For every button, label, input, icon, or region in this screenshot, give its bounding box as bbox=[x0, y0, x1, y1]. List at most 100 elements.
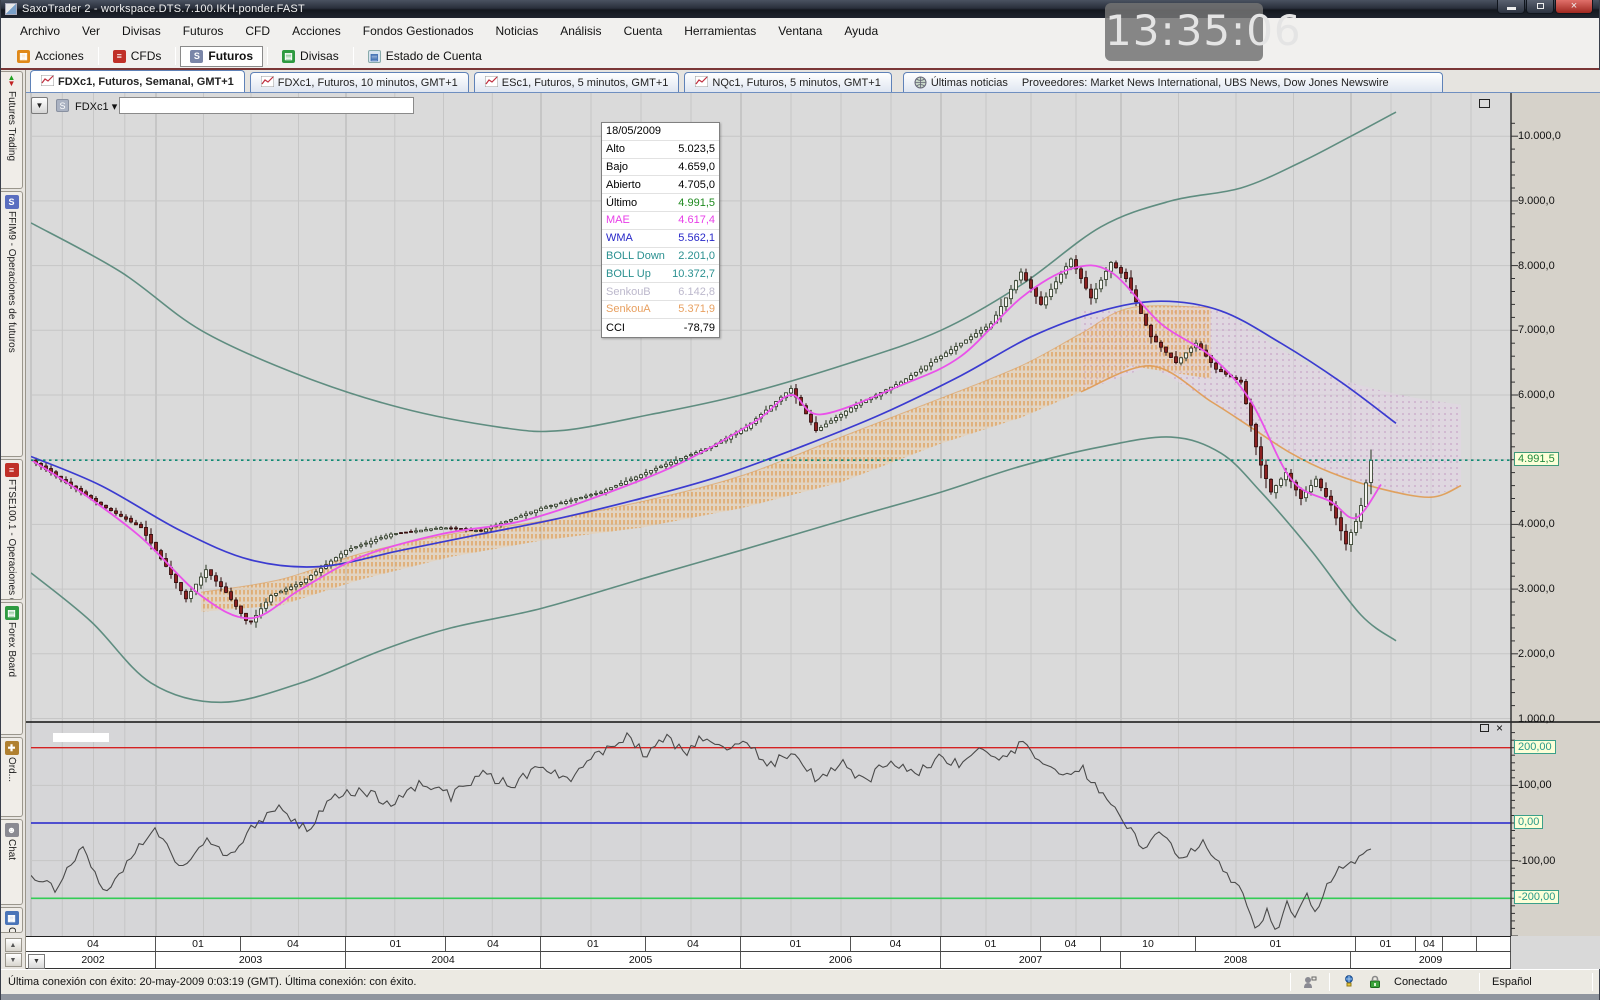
chart-tab-icon bbox=[260, 75, 275, 90]
menu-ayuda[interactable]: Ayuda bbox=[833, 20, 889, 42]
restore-button[interactable] bbox=[1526, 0, 1554, 14]
menu-noticias[interactable]: Noticias bbox=[485, 20, 550, 42]
month-cell-01: 01 bbox=[941, 937, 1041, 951]
month-cell-01: 01 bbox=[741, 937, 851, 951]
chart-tab-icon bbox=[40, 74, 55, 89]
application-window: SaxoTrader 2 - workspace.DTS.7.100.IKH.p… bbox=[0, 0, 1600, 1000]
sidebar-scroll-down[interactable]: ▼ bbox=[4, 953, 22, 967]
cci-tick-200: 200,00 bbox=[1514, 739, 1556, 754]
axis-combo-button[interactable]: ▼ bbox=[28, 954, 45, 969]
price-tick-1000: 1.000,0 bbox=[1518, 712, 1555, 725]
minimize-button[interactable] bbox=[1497, 0, 1525, 14]
sidebar-item-calendari[interactable]: ▦ Calendari bbox=[1, 907, 23, 933]
toolbar-separator bbox=[352, 47, 354, 65]
calendar-icon: ▦ bbox=[4, 911, 19, 925]
menu-acciones[interactable]: Acciones bbox=[281, 20, 352, 42]
tooltip-value: -78,79 bbox=[683, 321, 715, 334]
tab-fdxc1-futuros-semanal-gmt-1[interactable]: FDXc1, Futuros, Semanal, GMT+1 bbox=[30, 70, 245, 92]
month-cell-01: 01 bbox=[1356, 937, 1416, 951]
orders-icon: ✚ bbox=[4, 741, 19, 755]
menu-cfd[interactable]: CFD bbox=[234, 20, 281, 42]
tab-label: ESc1, Futuros, 5 minutos, GMT+1 bbox=[501, 76, 669, 89]
chart-tab-icon bbox=[484, 75, 499, 90]
connection-state: Conectado bbox=[1394, 976, 1448, 988]
tooltip-value: 10.372,7 bbox=[672, 267, 715, 280]
tooltip-value: 4.991,5 bbox=[678, 196, 715, 209]
tooltip-label: Abierto bbox=[606, 178, 641, 191]
price-tick-4000: 4.000,0 bbox=[1518, 518, 1555, 531]
chart-canvas[interactable] bbox=[26, 93, 1600, 936]
tooltip-row-senkoua: SenkouA 5.371,9 bbox=[602, 301, 719, 319]
month-cell-04: 04 bbox=[446, 937, 541, 951]
futures-icon: S bbox=[190, 49, 204, 63]
menu-an-lisis[interactable]: Análisis bbox=[549, 20, 612, 42]
chart-dropdown-button[interactable]: ▼ bbox=[31, 97, 48, 114]
month-cell-01: 01 bbox=[346, 937, 446, 951]
cfds-icon: ≡ bbox=[112, 49, 126, 63]
tab-nqc1-futuros-5-minutos-gmt-1[interactable]: NQc1, Futuros, 5 minutos, GMT+1 bbox=[684, 72, 892, 92]
tooltip-date: 18/05/2009 bbox=[606, 125, 662, 138]
month-cell-04: 04 bbox=[1041, 937, 1101, 951]
sidebar-item-forex-board[interactable]: ▤ Forex Board bbox=[1, 602, 23, 735]
menu-fondos-gestionados[interactable]: Fondos Gestionados bbox=[352, 20, 485, 42]
symbol-search-input[interactable] bbox=[119, 97, 414, 114]
arrows-up-down-icon: ▲ ▼ bbox=[7, 73, 16, 88]
year-cell-2009: 2009 bbox=[1351, 952, 1511, 968]
tooltip-label: Bajo bbox=[606, 160, 629, 173]
tooltip-row-boll-down: BOLL Down 2.201,0 bbox=[602, 248, 719, 266]
symbol-label[interactable]: FDXc1 ▾ bbox=[75, 100, 117, 113]
cci-close-button[interactable]: × bbox=[1496, 722, 1503, 734]
last-price-label: 4.991,5 bbox=[1514, 452, 1559, 467]
sidebar-item-label: Chat bbox=[6, 839, 17, 861]
sidebar: ▲ ▼ Futures Trading S FFIM9 - Operaciones de… bbox=[1, 70, 26, 969]
menu-ver[interactable]: Ver bbox=[71, 20, 111, 42]
price-tick-8000: 8.000,0 bbox=[1518, 259, 1555, 272]
sidebar-item-rd[interactable]: ✚ Órd... bbox=[1, 737, 23, 817]
app-icon bbox=[5, 3, 17, 15]
tab-esc1-futuros-5-minutos-gmt-1[interactable]: ESc1, Futuros, 5 minutos, GMT+1 bbox=[473, 72, 680, 92]
chart-maximize-button[interactable] bbox=[1479, 99, 1490, 111]
sidebar-item-chat[interactable]: ☻ Chat bbox=[1, 819, 23, 905]
sidebar-scroll-up[interactable]: ▲ bbox=[4, 938, 22, 952]
month-cell bbox=[1443, 937, 1477, 951]
cci-tick--100: -100,00 bbox=[1518, 854, 1556, 867]
year-cell-2006: 2006 bbox=[741, 952, 941, 968]
menu-archivo[interactable]: Archivo bbox=[9, 20, 71, 42]
menu-divisas[interactable]: Divisas bbox=[111, 20, 172, 42]
sidebar-item-label: Futures Trading bbox=[6, 91, 17, 162]
sidebar-item-ftse100-1-operaciones-de-cfd[interactable]: ≡ FTSE100.1 - Operaciones de CFD bbox=[1, 459, 23, 600]
toolbar-divisas-button[interactable]: ▤ Divisas bbox=[272, 46, 349, 67]
menu-herramientas[interactable]: Herramientas bbox=[673, 20, 767, 42]
language-selector[interactable]: Español bbox=[1486, 976, 1586, 988]
tooltip-label: Último bbox=[606, 196, 638, 209]
toolbar: ▦ Acciones ≡ CFDs S Futuros ▤ Divisas ▤ Estado de… bbox=[1, 44, 1599, 70]
menu-ventana[interactable]: Ventana bbox=[767, 20, 833, 42]
month-cell-04: 04 bbox=[241, 937, 346, 951]
toolbar-separator bbox=[267, 47, 269, 65]
toolbar-futuros-button[interactable]: S Futuros bbox=[180, 45, 264, 67]
tab-fdxc1-futuros-10-minutos-gmt-1[interactable]: FDXc1, Futuros, 10 minutos, GMT+1 bbox=[249, 72, 469, 92]
sidebar-item-futures-trading[interactable]: ▲ ▼ Futures Trading bbox=[1, 71, 23, 189]
tooltip-value: 5.371,9 bbox=[678, 303, 715, 316]
close-button[interactable]: × bbox=[1555, 0, 1593, 14]
price-tick-7000: 7.000,0 bbox=[1518, 324, 1555, 337]
toolbar-acciones-button[interactable]: ▦ Acciones bbox=[7, 46, 94, 67]
sidebar-item-ffim9-operaciones-de-futuros[interactable]: S FFIM9 - Operaciones de futuros bbox=[1, 191, 23, 457]
cci-restore-button[interactable] bbox=[1480, 724, 1489, 735]
tooltip-row-mae: MAE 4.617,4 bbox=[602, 212, 719, 230]
tooltip-label: BOLL Down bbox=[606, 249, 665, 262]
cci-tick--200: -200,00 bbox=[1514, 890, 1560, 905]
status-bar: Última conexión con éxito: 20-may-2009 0… bbox=[1, 969, 1599, 994]
tooltip-value: 5.023,5 bbox=[678, 143, 715, 156]
menu-futuros[interactable]: Futuros bbox=[172, 20, 235, 42]
year-cell-2005: 2005 bbox=[541, 952, 741, 968]
tab-ultimas-noticias[interactable]: Últimas noticias Proveedores: Market News… bbox=[902, 72, 1443, 92]
toolbar-cfds-button[interactable]: ≡ CFDs bbox=[103, 46, 172, 67]
menu-cuenta[interactable]: Cuenta bbox=[613, 20, 674, 42]
cci-tick-100: 100,00 bbox=[1518, 779, 1552, 792]
tooltip-row-boll-up: BOLL Up 10.372,7 bbox=[602, 265, 719, 284]
tab-label: FDXc1, Futuros, Semanal, GMT+1 bbox=[58, 75, 234, 88]
lock-icon bbox=[1362, 975, 1388, 989]
chart-window: ▼ S FDXc1 ▾ × 18/05/2009 Alto 5.023,5 Bajo… bbox=[26, 93, 1600, 969]
toolbar-estado-de-cuenta-button[interactable]: ▤ Estado de Cuenta bbox=[358, 46, 492, 67]
